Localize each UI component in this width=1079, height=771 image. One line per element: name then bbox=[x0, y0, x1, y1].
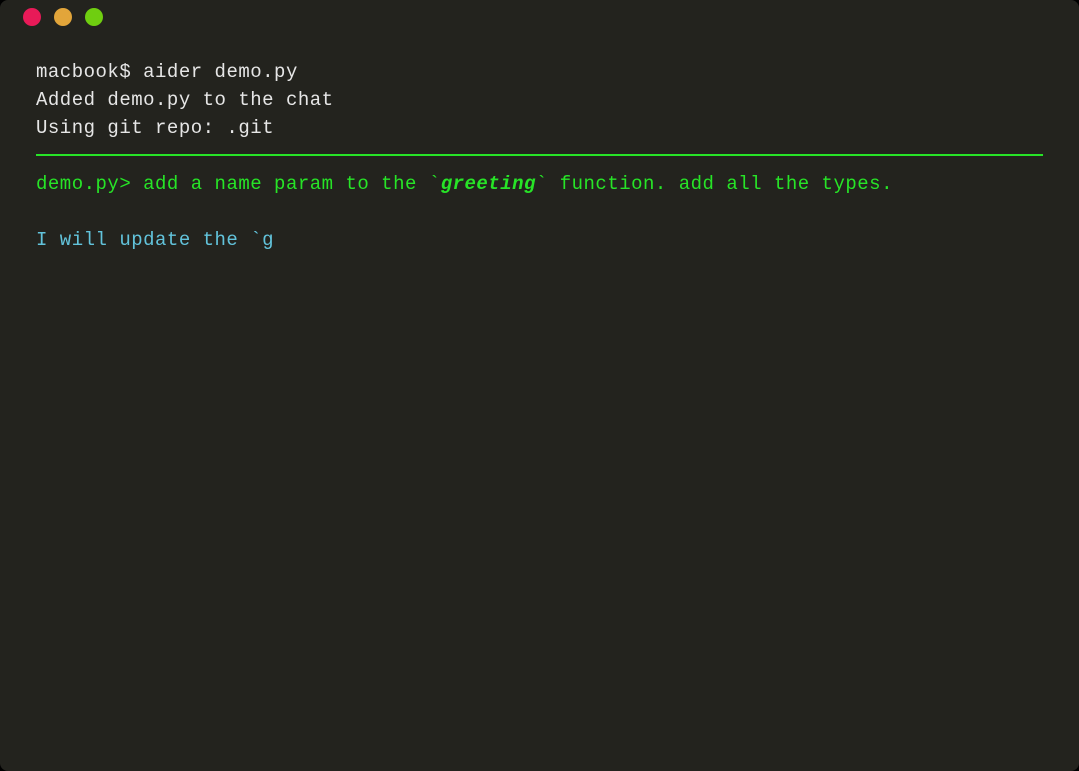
backtick-open: ` bbox=[429, 173, 441, 195]
terminal-content[interactable]: macbook$ aider demo.py Added demo.py to … bbox=[0, 34, 1079, 254]
backtick-close: ` bbox=[536, 173, 548, 195]
maximize-icon[interactable] bbox=[85, 8, 103, 26]
close-icon[interactable] bbox=[23, 8, 41, 26]
shell-command: aider demo.py bbox=[143, 61, 298, 83]
section-divider bbox=[36, 154, 1043, 156]
minimize-icon[interactable] bbox=[54, 8, 72, 26]
status-added: Added demo.py to the chat bbox=[36, 86, 1043, 114]
input-after: function. add all the types. bbox=[548, 173, 893, 195]
status-git: Using git repo: .git bbox=[36, 114, 1043, 142]
window-titlebar bbox=[0, 0, 1079, 34]
input-emphasis: greeting bbox=[441, 173, 536, 195]
blank-line bbox=[36, 198, 1043, 226]
shell-command-line: macbook$ aider demo.py bbox=[36, 58, 1043, 86]
shell-prompt: macbook$ bbox=[36, 61, 143, 83]
assistant-response: I will update the `g bbox=[36, 226, 1043, 254]
user-input-line: demo.py> add a name param to the `greeti… bbox=[36, 170, 1043, 198]
input-before: add a name param to the bbox=[143, 173, 429, 195]
input-prompt: demo.py> bbox=[36, 173, 143, 195]
terminal-window: macbook$ aider demo.py Added demo.py to … bbox=[0, 0, 1079, 771]
